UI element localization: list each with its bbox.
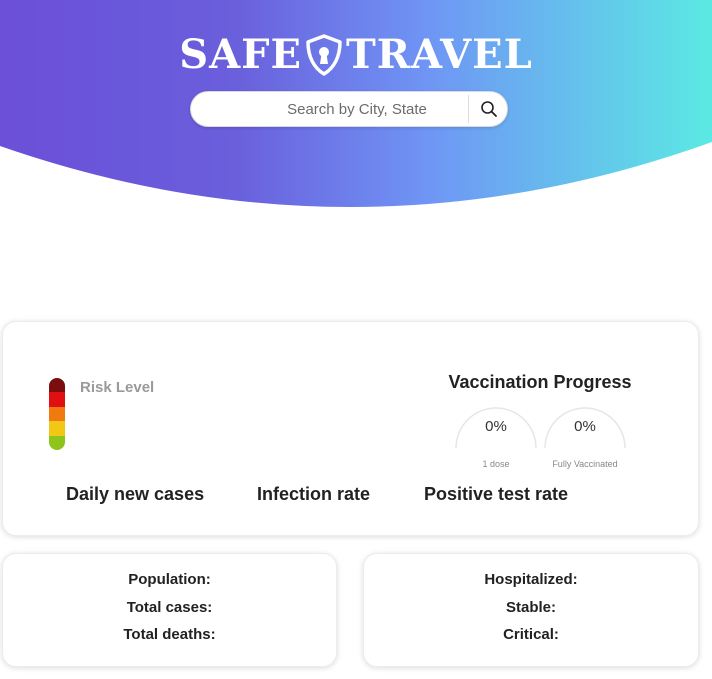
gauge-label: 1 dose xyxy=(482,459,510,469)
brand-logo-part1: SAFE xyxy=(179,31,303,78)
metric-daily-new-cases: Daily new cases xyxy=(66,484,205,504)
risk-segment-high xyxy=(49,392,65,407)
risk-segment-severe xyxy=(49,378,65,393)
search-button[interactable] xyxy=(471,92,507,126)
brand-logo[interactable]: SAFE TRAVEL xyxy=(0,30,712,80)
search-bar xyxy=(190,91,508,127)
shield-keyhole-icon xyxy=(306,34,342,76)
stat-stable: Stable: xyxy=(505,599,556,616)
risk-segment-moderate xyxy=(49,421,65,436)
search-icon xyxy=(481,101,497,117)
gauge-one-dose: 0% xyxy=(454,406,538,450)
stat-hospitalized: Hospitalized: xyxy=(484,571,578,588)
metric-positive-test-rate: Positive test rate xyxy=(424,484,569,504)
search-divider xyxy=(468,95,469,123)
population-stats-card: Population: Total cases: Total deaths: xyxy=(2,553,337,667)
risk-summary-card: Risk Level Vaccination Progress 0% 1 dos… xyxy=(2,321,699,536)
gauge-value: 0% xyxy=(485,418,507,435)
vaccination-title: Vaccination Progress xyxy=(448,372,632,392)
gauge-fully-vaccinated: 0% xyxy=(543,406,627,450)
risk-level-bar xyxy=(49,378,65,450)
stat-population: Population: xyxy=(128,571,211,588)
stat-total-cases: Total cases: xyxy=(126,599,213,616)
stat-total-deaths: Total deaths: xyxy=(123,626,216,643)
stat-critical: Critical: xyxy=(503,626,559,643)
risk-segment-low xyxy=(49,435,65,450)
gauge-label: Fully Vaccinated xyxy=(552,459,618,469)
metric-infection-rate: Infection rate xyxy=(257,484,371,504)
search-input[interactable] xyxy=(205,92,473,126)
risk-segment-elevated xyxy=(49,406,65,422)
risk-level-label: Risk Level xyxy=(80,379,155,396)
gauge-value: 0% xyxy=(574,418,596,435)
brand-logo-part2: TRAVEL xyxy=(346,31,533,78)
page: SAFE TRAVEL Risk Level Vaccination Prog xyxy=(0,0,712,679)
hospital-stats-card: Hospitalized: Stable: Critical: xyxy=(363,553,699,667)
